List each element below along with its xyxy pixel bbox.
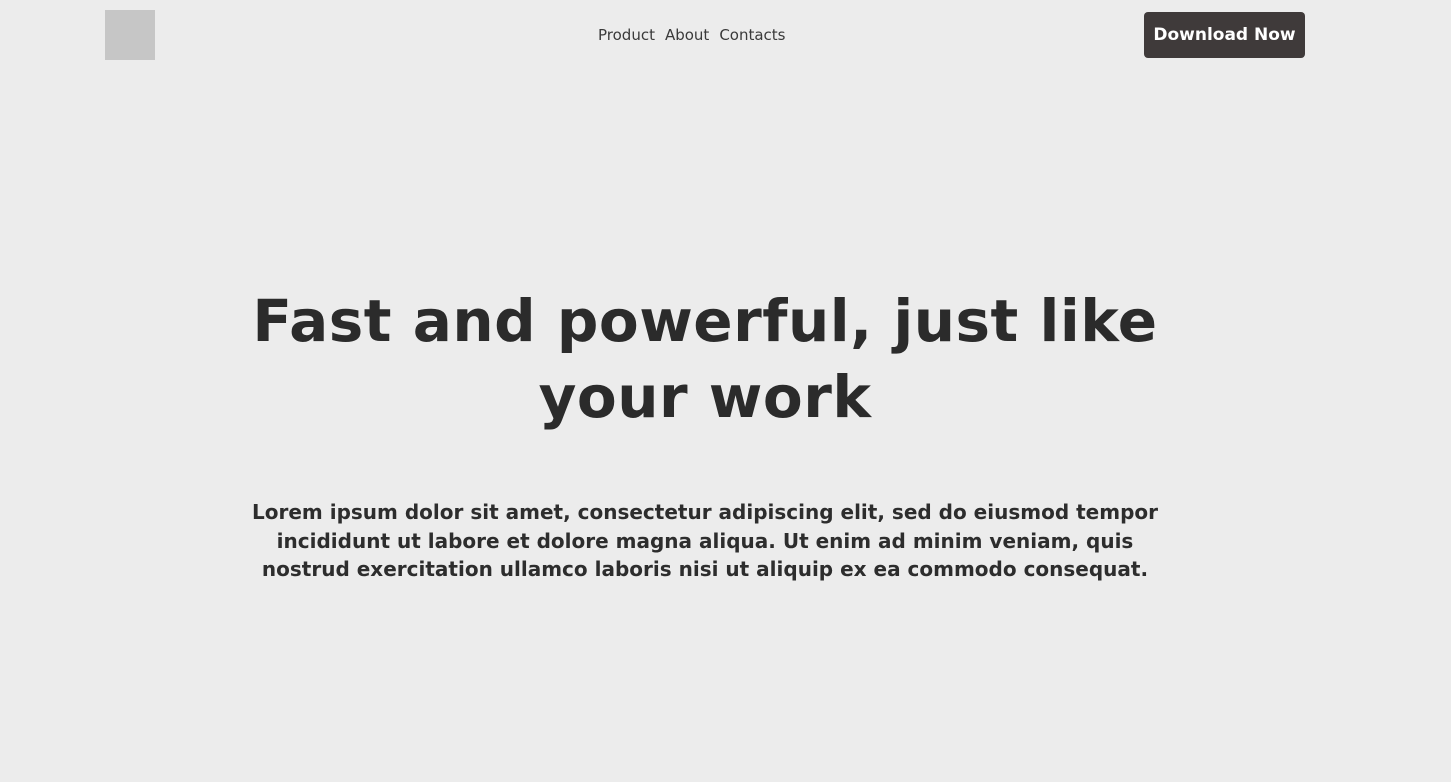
logo-placeholder[interactable] <box>105 10 155 60</box>
download-now-button[interactable]: Download Now <box>1144 12 1305 58</box>
nav-link-contacts[interactable]: Contacts <box>719 25 785 45</box>
main-navigation: Product About Contacts <box>598 25 786 45</box>
nav-link-about[interactable]: About <box>665 25 709 45</box>
site-header: Product About Contacts Download Now <box>0 0 1451 70</box>
hero-description: Lorem ipsum dolor sit amet, consectetur … <box>252 500 1158 581</box>
nav-link-product[interactable]: Product <box>598 25 655 45</box>
hero-title: Fast and powerful, just like your work <box>252 287 1158 431</box>
